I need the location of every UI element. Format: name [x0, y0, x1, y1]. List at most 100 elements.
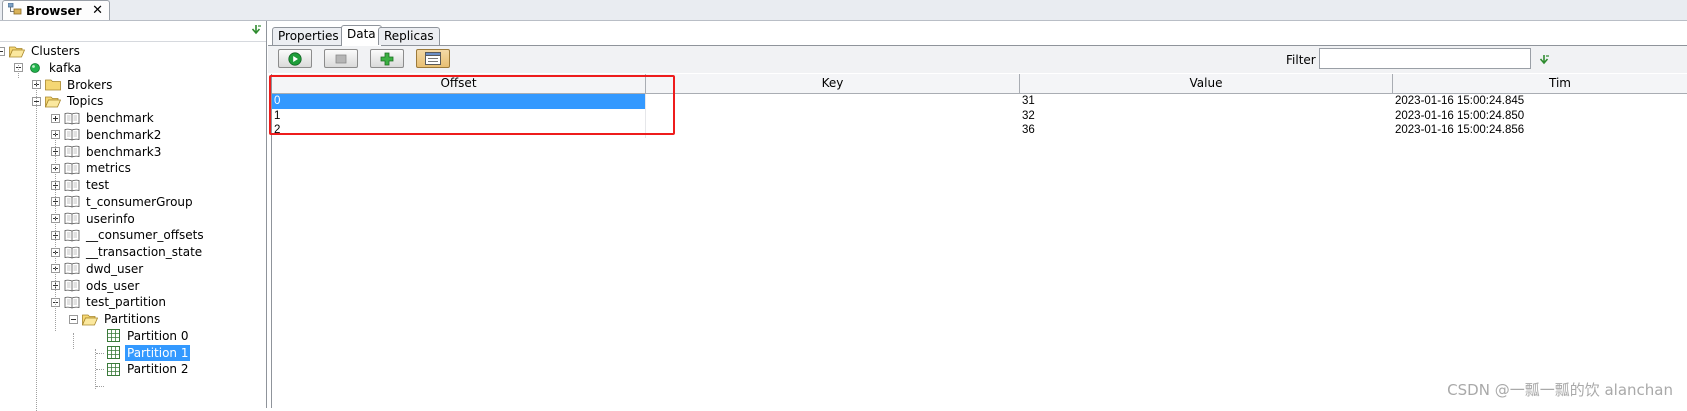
messages-table: Offset Key Value Tim 0 31 2023-01-16 15:00…: [271, 74, 1687, 408]
table-row[interactable]: 2 36 2023-01-16 15:00:24.856: [272, 123, 1687, 139]
tree-node-topic[interactable]: __consumer_offsets: [51, 227, 206, 243]
tree-node-partitions[interactable]: Partitions: [69, 311, 162, 327]
tree-node-label: dwd_user: [86, 261, 144, 276]
add-button[interactable]: [370, 49, 404, 68]
cell-value[interactable]: 36: [1020, 123, 1393, 138]
stop-icon: [335, 54, 347, 63]
topic-icon: [64, 245, 80, 259]
cell-offset[interactable]: 2: [272, 123, 646, 139]
cell-key[interactable]: [646, 109, 1020, 124]
tree-node-kafka[interactable]: kafka: [14, 60, 83, 76]
topic-icon: [64, 295, 80, 309]
tab-properties[interactable]: Properties: [272, 27, 345, 45]
tree-guide-line: [55, 131, 56, 331]
cell-value[interactable]: 31: [1020, 94, 1393, 109]
tree-guide-line: [73, 333, 74, 349]
cell-offset[interactable]: 0: [272, 94, 646, 109]
watermark: CSDN @一瓢一瓢的饮 alanchan: [1447, 381, 1673, 399]
tree-node-label: Clusters: [31, 44, 80, 58]
topic-icon: [64, 228, 80, 242]
partition-icon: [105, 346, 121, 360]
tree-node-label: ods_user: [86, 278, 140, 293]
tree-toolbar: [0, 21, 266, 42]
cell-time[interactable]: 2023-01-16 15:00:24.845: [1393, 94, 1687, 109]
table-row[interactable]: 0 31 2023-01-16 15:00:24.845: [272, 94, 1687, 109]
run-button[interactable]: [278, 49, 312, 68]
tree-node-label: metrics: [86, 161, 131, 176]
browser-tab-icon: [7, 2, 22, 18]
partition-icon: [105, 362, 121, 376]
tree-node-label: benchmark3: [86, 144, 162, 159]
tree-node-topic[interactable]: __transaction_state: [51, 244, 204, 260]
tab-data[interactable]: Data: [341, 25, 382, 46]
tree-node-topic[interactable]: benchmark: [51, 110, 156, 126]
tree-node-label: Partitions: [104, 312, 161, 326]
tree-node-label: Partition 1: [125, 344, 191, 361]
topic-icon: [64, 111, 80, 125]
tree-guide-line: [18, 63, 19, 78]
tree-node-partition[interactable]: Partition 2: [92, 361, 190, 377]
tree-node-label: benchmark2: [86, 127, 162, 142]
stop-button[interactable]: [324, 49, 358, 68]
tree-node-topics[interactable]: Topics: [32, 93, 105, 109]
tree-node-label: Brokers: [67, 77, 113, 92]
content-panel: Properties Data Replicas Filter Offset K…: [268, 21, 1687, 408]
topic-icon: [64, 161, 80, 175]
browser-tab[interactable]: Browser ✕: [2, 0, 110, 20]
partition-icon: [105, 329, 121, 343]
cluster-tree-panel: Clusters kafka Brokers Topics benchmark bench…: [0, 21, 267, 411]
tree-node-clusters[interactable]: Clusters: [0, 43, 82, 59]
collapse-icon[interactable]: [69, 314, 78, 324]
tree-node-partition[interactable]: Partition 1: [92, 344, 191, 361]
column-header-time[interactable]: Tim: [1393, 74, 1687, 93]
browser-tab-label: Browser: [26, 3, 82, 18]
refresh-icon[interactable]: [250, 24, 262, 36]
cell-time[interactable]: 2023-01-16 15:00:24.856: [1393, 123, 1687, 138]
tree-node-topic[interactable]: userinfo: [51, 211, 137, 227]
refresh-icon[interactable]: [1538, 54, 1550, 66]
cell-value[interactable]: 32: [1020, 109, 1393, 124]
close-icon[interactable]: ✕: [92, 3, 103, 18]
tree-node-label: test_partition: [86, 295, 166, 310]
tree-node-label: t_consumerGroup: [86, 194, 193, 209]
cell-time[interactable]: 2023-01-16 15:00:24.850: [1393, 109, 1687, 124]
column-header-key[interactable]: Key: [646, 74, 1020, 93]
content-tabs: Properties Data Replicas: [268, 25, 1687, 46]
tree-node-partition[interactable]: Partition 0: [92, 328, 190, 344]
topic-icon: [64, 145, 80, 159]
cell-key[interactable]: [646, 94, 1020, 109]
topic-icon: [64, 279, 80, 293]
tree-node-label: test: [86, 178, 110, 192]
tree-node-topic[interactable]: benchmark2: [51, 127, 163, 143]
filter-input[interactable]: [1319, 48, 1531, 69]
tree-node-topic[interactable]: dwd_user: [51, 261, 145, 277]
tree-node-topic[interactable]: test: [51, 177, 111, 193]
expand-icon[interactable]: [51, 113, 60, 123]
tree-node-topic[interactable]: benchmark3: [51, 144, 163, 160]
cluster-tree: Clusters kafka Brokers Topics benchmark bench…: [0, 41, 266, 411]
tree-node-brokers[interactable]: Brokers: [32, 77, 114, 93]
tree-node-topic[interactable]: t_consumerGroup: [51, 194, 195, 210]
view-button[interactable]: [416, 49, 450, 68]
folder-icon: [45, 78, 61, 92]
tab-replicas[interactable]: Replicas: [378, 27, 440, 45]
filter-label: Filter: [1286, 53, 1316, 67]
tree-guide-line: [96, 386, 104, 387]
tree-node-topic[interactable]: test_partition: [51, 294, 168, 310]
tree-guide-line: [96, 369, 104, 371]
collapse-icon[interactable]: [0, 46, 5, 56]
table-header: Offset Key Value Tim: [272, 74, 1687, 94]
table-row[interactable]: 1 32 2023-01-16 15:00:24.850: [272, 108, 1687, 124]
column-header-value[interactable]: Value: [1020, 74, 1393, 93]
form-view-icon: [425, 52, 441, 65]
tree-node-label: userinfo: [86, 211, 135, 226]
tree-node-topic[interactable]: metrics: [51, 160, 133, 176]
topic-icon: [64, 262, 80, 276]
cell-offset[interactable]: 1: [272, 108, 646, 124]
column-header-offset[interactable]: Offset: [272, 74, 646, 93]
cell-key[interactable]: [646, 123, 1020, 138]
tree-node-label: __transaction_state: [86, 245, 203, 259]
folder-open-icon: [82, 312, 98, 326]
topic-icon: [64, 178, 80, 192]
tree-node-topic[interactable]: ods_user: [51, 278, 141, 294]
